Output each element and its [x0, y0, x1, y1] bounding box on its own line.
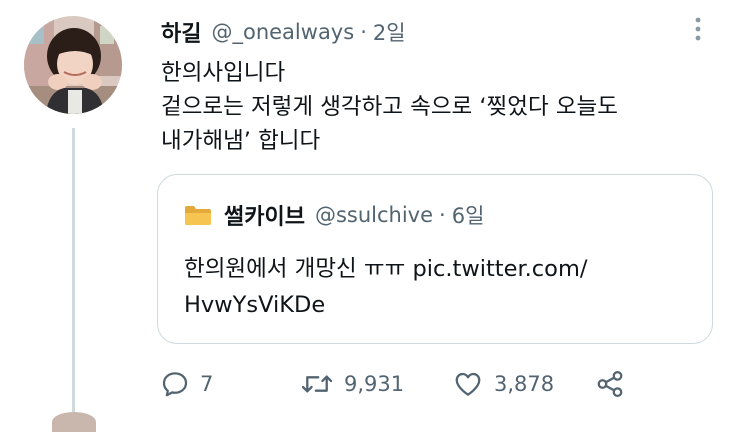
quoted-text-line: 한의원에서 개망신 ㅠㅠ pic.twitter.com/ [184, 256, 588, 282]
quoted-author-handle[interactable]: @ssulchive [315, 203, 433, 227]
tweet-timestamp[interactable]: 2일 [373, 17, 406, 47]
tweet-header: 하길 @_onealways · 2일 [161, 16, 406, 48]
tweet-text: 한의사입니다 겉으로는 저렇게 생각하고 속으로 ‘찢었다 오늘도 내가해냄’ … [161, 56, 721, 158]
like-count: 3,878 [494, 372, 555, 396]
share-icon [597, 371, 623, 397]
reply-icon [162, 372, 188, 397]
quoted-tweet-text: 한의원에서 개망신 ㅠㅠ pic.twitter.com/ HvwYsViKDe [184, 251, 694, 323]
quoted-tweet-header: 썰카이브 @ssulchive · 6일 [184, 199, 484, 231]
author-display-name[interactable]: 하길 [161, 16, 201, 48]
reply-count: 7 [200, 372, 214, 396]
tweet-text-line: 한의사입니다 [161, 60, 286, 86]
quoted-tweet-card[interactable]: 썰카이브 @ssulchive · 6일 한의원에서 개망신 ㅠㅠ pic.tw… [157, 174, 713, 344]
quoted-tweet-timestamp[interactable]: 6일 [452, 200, 485, 230]
next-tweet-avatar[interactable] [52, 412, 96, 432]
tweet-actions: 7 9,931 3,878 [160, 366, 720, 402]
retweet-icon [301, 375, 333, 393]
share-button[interactable] [594, 366, 626, 402]
retweet-button[interactable]: 9,931 [300, 366, 404, 402]
separator-dot: · [439, 203, 446, 227]
quoted-author-display-name[interactable]: 썰카이브 [224, 199, 305, 231]
tweet[interactable]: 하길 @_onealways · 2일 한의사입니다 겉으로는 저렇게 생각하고… [0, 0, 740, 432]
heart-icon [455, 372, 481, 396]
separator-dot: · [360, 20, 367, 44]
more-dots-icon [695, 17, 701, 41]
more-options-button[interactable] [688, 14, 708, 44]
reply-button[interactable]: 7 [160, 366, 213, 402]
thread-line [72, 128, 75, 413]
folder-icon [184, 204, 212, 226]
avatar[interactable] [24, 16, 122, 114]
like-button[interactable]: 3,878 [452, 366, 554, 402]
retweet-count: 9,931 [344, 372, 405, 396]
tweet-text-line: 내가해냄’ 합니다 [161, 128, 321, 154]
quoted-text-line[interactable]: HvwYsViKDe [184, 287, 694, 323]
author-handle[interactable]: @_onealways [211, 20, 354, 44]
tweet-text-line: 겉으로는 저렇게 생각하고 속으로 ‘찢었다 오늘도 [161, 94, 618, 120]
